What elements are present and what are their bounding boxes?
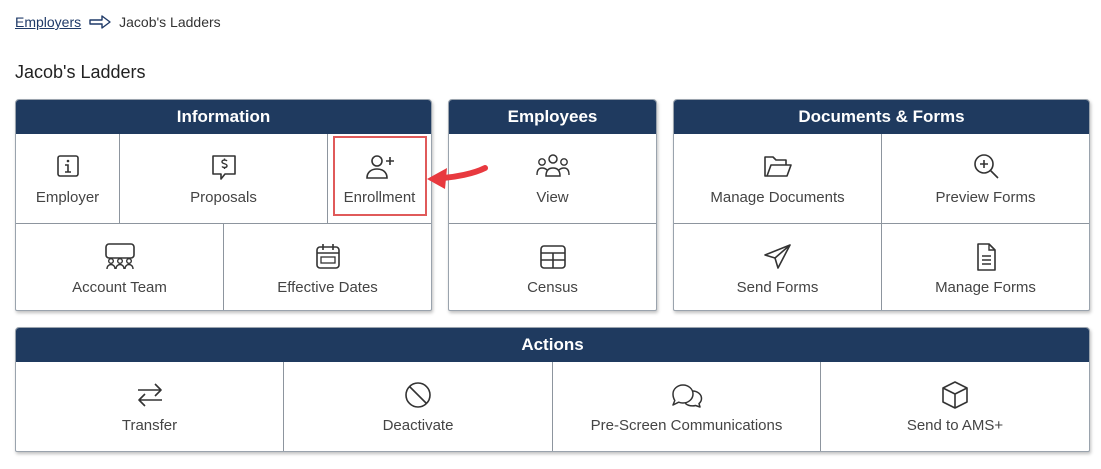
- effective-dates-label: Effective Dates: [277, 278, 378, 296]
- folder-icon: [763, 156, 792, 177]
- team-icon: [104, 242, 135, 269]
- breadcrumb-employers-link[interactable]: Employers: [15, 14, 81, 30]
- employer-tile[interactable]: Employer: [16, 134, 120, 223]
- paper-plane-icon: [763, 243, 791, 269]
- chat-bubbles-icon: [671, 384, 702, 408]
- arrow-right-icon: [89, 15, 111, 29]
- preview-forms-label: Preview Forms: [935, 189, 1036, 206]
- page-title: Jacob's Ladders: [15, 62, 146, 82]
- enrollment-label: Enrollment: [343, 189, 416, 206]
- manage-documents-label: Manage Documents: [710, 189, 845, 206]
- send-to-ams-label: Send to AMS+: [906, 417, 1004, 434]
- calendar-icon: [315, 243, 340, 269]
- pre-screen-communications-label: Pre-Screen Communications: [590, 417, 783, 434]
- documents-forms-card: Documents & Forms Manage Documents Previ…: [673, 99, 1090, 311]
- breadcrumb-current: Jacob's Ladders: [119, 14, 221, 30]
- deactivate-tile[interactable]: Deactivate: [284, 362, 553, 451]
- enrollment-tile[interactable]: Enrollment: [328, 134, 431, 223]
- document-icon: [976, 242, 996, 271]
- view-tile[interactable]: View: [449, 134, 656, 223]
- deactivate-label: Deactivate: [382, 417, 454, 434]
- transfer-label: Transfer: [121, 417, 178, 434]
- user-plus-icon: [365, 155, 394, 179]
- census-tile[interactable]: Census: [449, 223, 656, 310]
- account-team-label: Account Team: [72, 278, 167, 296]
- census-label: Census: [527, 278, 578, 296]
- proposals-label: Proposals: [190, 189, 257, 206]
- breadcrumb: Employers Jacob's Ladders: [15, 14, 221, 30]
- ban-icon: [405, 382, 431, 408]
- send-forms-label: Send Forms: [736, 278, 819, 296]
- send-forms-tile[interactable]: Send Forms: [674, 223, 882, 310]
- zoom-in-icon: [973, 154, 999, 179]
- box-icon: [942, 381, 968, 409]
- information-header: Information: [16, 100, 431, 134]
- manage-documents-tile[interactable]: Manage Documents: [674, 134, 882, 223]
- info-icon: [56, 155, 79, 177]
- manage-forms-tile[interactable]: Manage Forms: [882, 223, 1089, 310]
- transfer-icon: [137, 383, 162, 407]
- preview-forms-tile[interactable]: Preview Forms: [882, 134, 1089, 223]
- pre-screen-communications-tile[interactable]: Pre-Screen Communications: [553, 362, 821, 451]
- effective-dates-tile[interactable]: Effective Dates: [224, 223, 431, 310]
- transfer-tile[interactable]: Transfer: [16, 362, 284, 451]
- view-label: View: [536, 189, 569, 206]
- documents-forms-header: Documents & Forms: [674, 100, 1089, 134]
- employees-header: Employees: [449, 100, 656, 134]
- send-to-ams-tile[interactable]: Send to AMS+: [821, 362, 1089, 451]
- manage-forms-label: Manage Forms: [935, 278, 1036, 296]
- proposals-tile[interactable]: Proposals: [120, 134, 328, 223]
- table-icon: [539, 244, 566, 269]
- dollar-chat-icon: [211, 155, 236, 180]
- actions-header: Actions: [16, 328, 1089, 362]
- employer-label: Employer: [35, 189, 100, 206]
- account-team-tile[interactable]: Account Team: [16, 223, 224, 310]
- information-card: Information Employer Proposals Enrollmen…: [15, 99, 432, 311]
- employees-card: Employees View Census: [448, 99, 657, 311]
- actions-card: Actions Transfer Deactivate Pre-Screen C…: [15, 327, 1090, 452]
- users-icon: [535, 154, 570, 177]
